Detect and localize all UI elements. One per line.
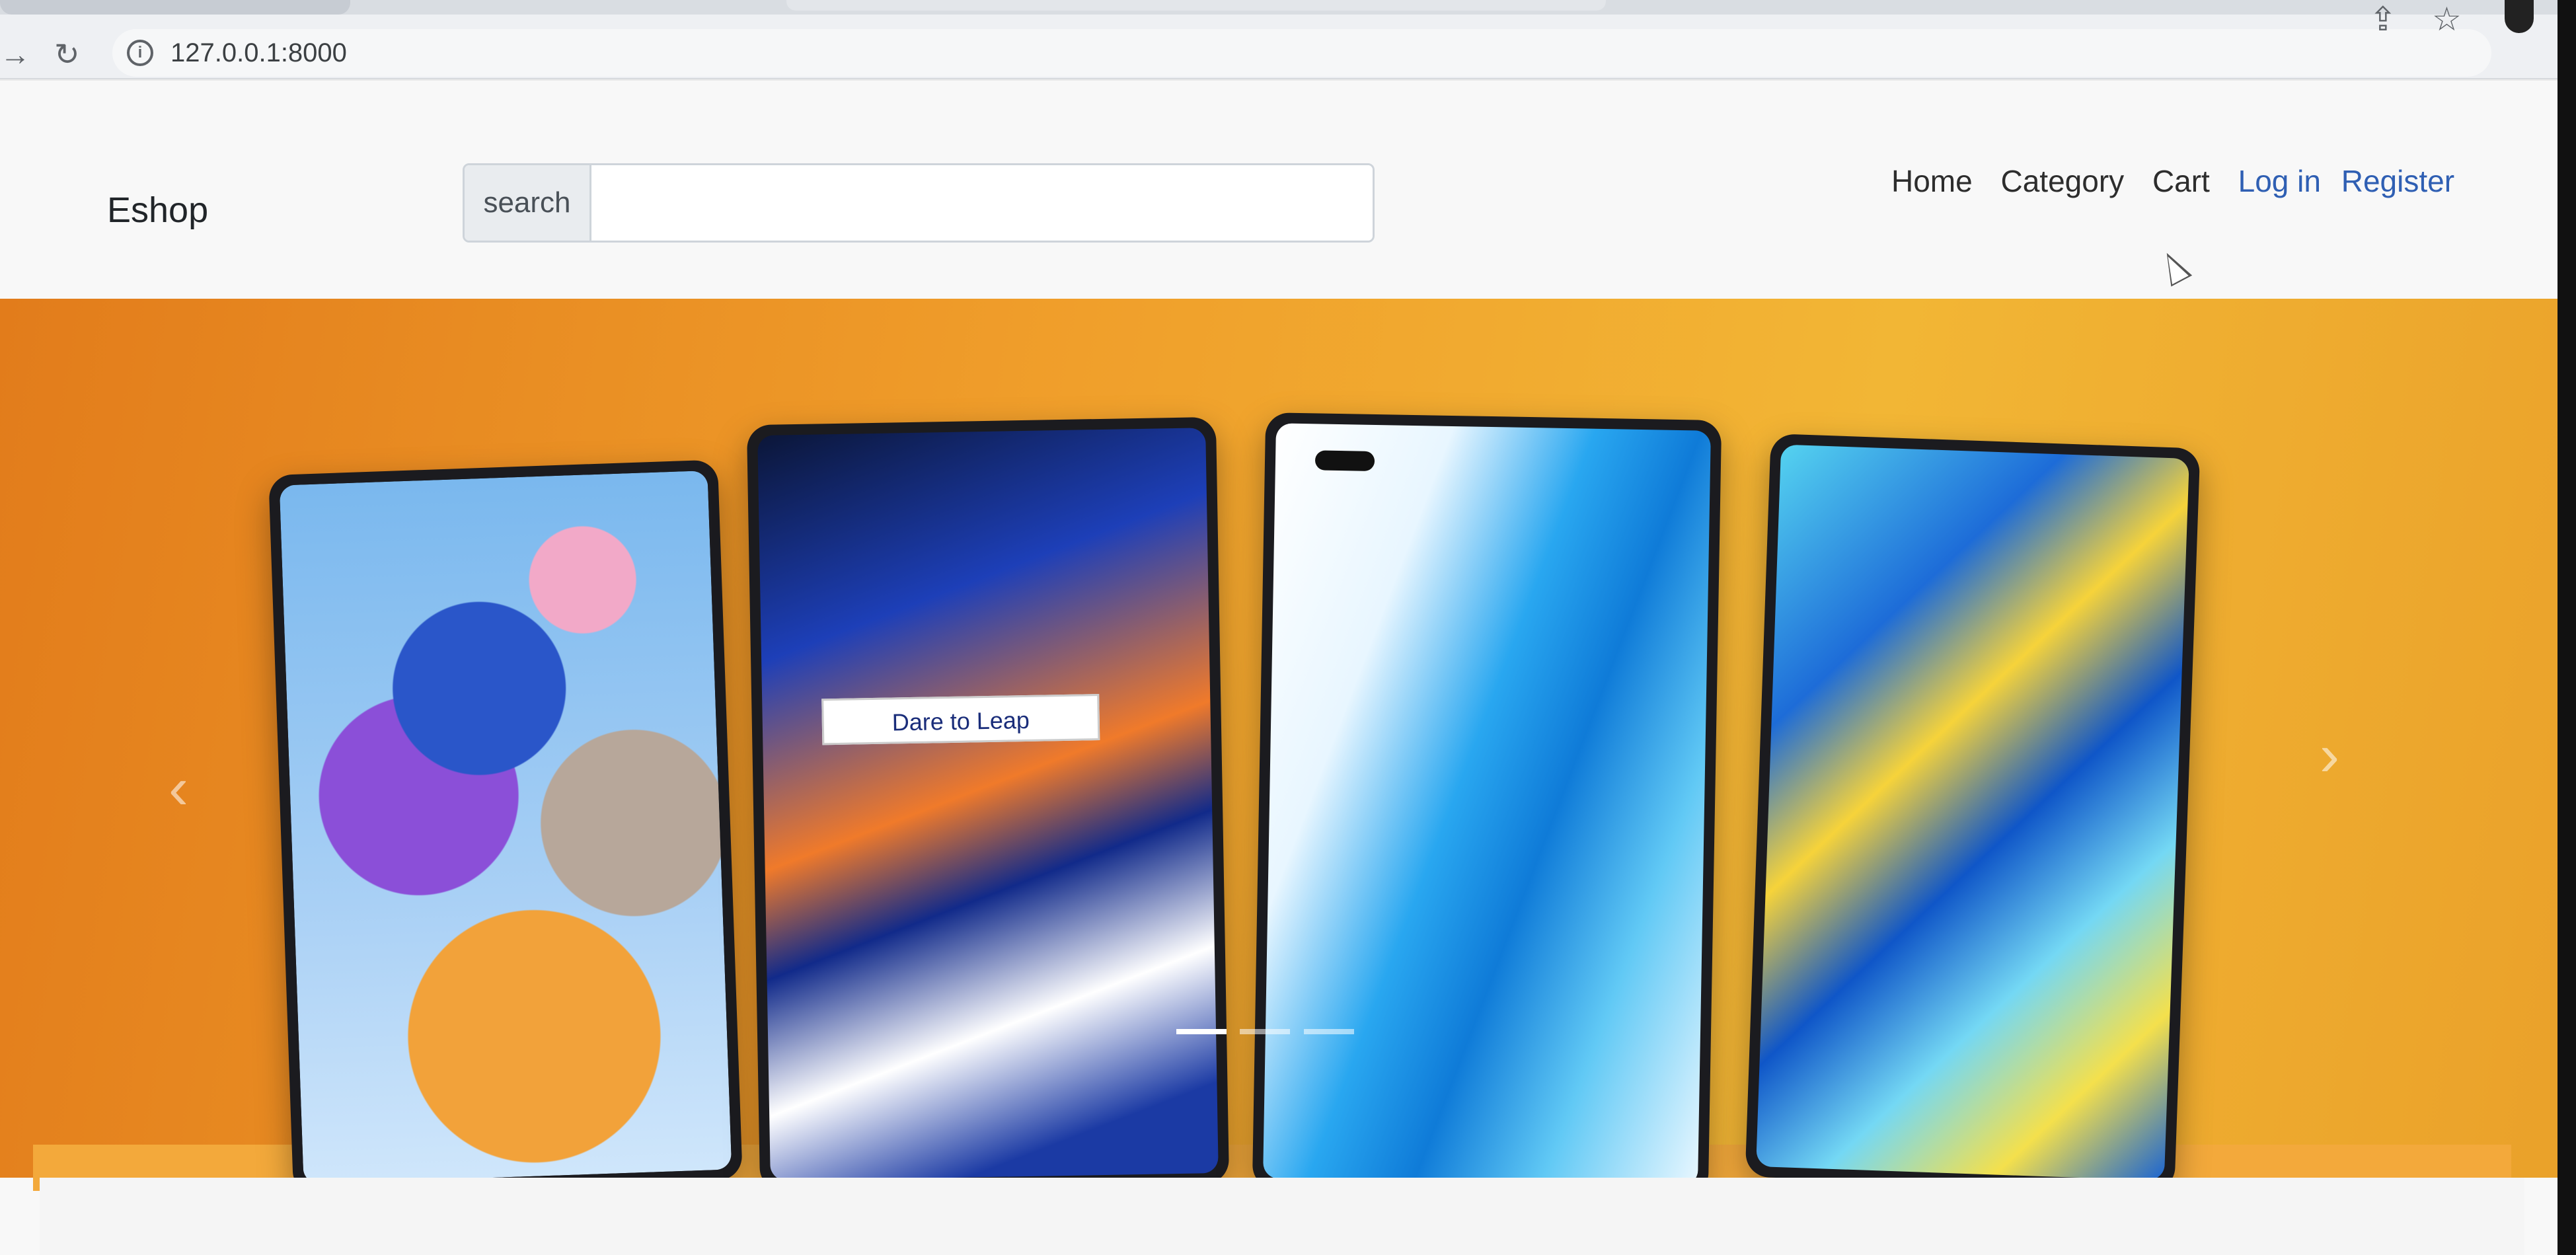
chevron-left-icon[interactable]: ‹ <box>169 755 188 823</box>
content-below-carousel <box>40 1178 2524 1255</box>
phone-screen-4 <box>1756 444 2189 1181</box>
info-icon[interactable]: i <box>127 40 153 66</box>
search-label: search <box>465 165 591 241</box>
page: Eshop search Home Category Cart Log in R… <box>0 81 2576 1255</box>
phone-screen-2: Dare to Leap <box>757 428 1219 1181</box>
nav-category[interactable]: Category <box>2001 163 2125 199</box>
share-icon[interactable]: ⇪ <box>2369 0 2397 38</box>
search-group: search <box>463 163 1375 243</box>
carousel-indicator-1[interactable] <box>1176 1029 1227 1034</box>
brand-logo[interactable]: Eshop <box>107 190 208 231</box>
nav-register[interactable]: Register <box>2341 163 2454 199</box>
navbar: Eshop search Home Category Cart Log in R… <box>0 81 2576 299</box>
carousel-indicator-2[interactable] <box>1240 1029 1291 1034</box>
phone-tag-text: Dare to Leap <box>821 694 1100 745</box>
phone-screen-1 <box>279 471 732 1184</box>
tab-strip <box>0 0 2576 15</box>
phone-image-2: Dare to Leap <box>746 416 1230 1192</box>
search-input[interactable] <box>593 165 1373 241</box>
arrow-right-icon[interactable]: → <box>0 34 30 74</box>
phone-image-1 <box>268 459 743 1196</box>
nav-cart[interactable]: Cart <box>2152 163 2210 199</box>
nav-login[interactable]: Log in <box>2238 163 2321 199</box>
phone-image-4 <box>1745 434 2201 1192</box>
reload-icon[interactable]: ↻ <box>54 34 80 74</box>
phone-image-3 <box>1252 412 1722 1197</box>
camera-punch-hole <box>1314 450 1375 471</box>
carousel-indicator-3[interactable] <box>1303 1029 1354 1034</box>
nav-home[interactable]: Home <box>1891 163 1973 199</box>
screen-bezel <box>2557 0 2576 1255</box>
hero-carousel[interactable]: Dare to Leap ‹ › <box>0 299 2564 1197</box>
nav-links: Home Category Cart Log in Register <box>1891 163 2466 199</box>
browser-chrome: → ↻ i 127.0.0.1:8000 ⇪ ☆ <box>0 0 2576 79</box>
address-bar[interactable]: i 127.0.0.1:8000 <box>112 29 2491 77</box>
star-icon[interactable]: ☆ <box>2432 0 2462 38</box>
url-text[interactable]: 127.0.0.1:8000 <box>170 38 347 68</box>
chevron-right-icon[interactable]: › <box>2320 722 2339 790</box>
inactive-tab[interactable] <box>786 0 1606 11</box>
phone-screen-3 <box>1263 423 1711 1186</box>
active-tab[interactable] <box>0 0 350 15</box>
avatar[interactable] <box>2505 0 2534 33</box>
carousel-indicators <box>1176 1026 1365 1038</box>
